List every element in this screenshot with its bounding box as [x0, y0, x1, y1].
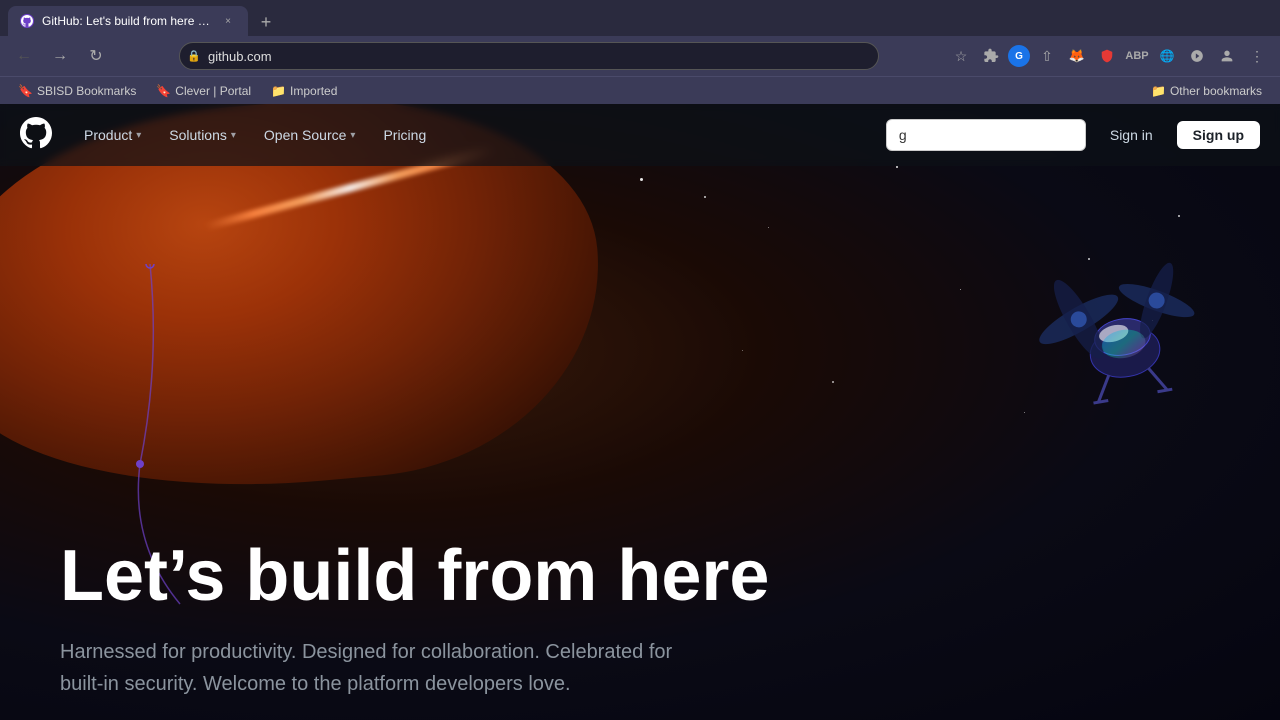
tab-favicon	[20, 14, 34, 28]
ext-icon-1[interactable]: 🦊	[1064, 43, 1090, 69]
bookmark-sbisd-label: SBISD Bookmarks	[37, 84, 136, 98]
bookmark-imported-icon: 📁	[271, 84, 286, 98]
profile-icon[interactable]	[1214, 43, 1240, 69]
page-content: Product ▾ Solutions ▾ Open Source ▾ Pric…	[0, 104, 1280, 720]
share-icon[interactable]: ⇧	[1034, 43, 1060, 69]
nav-links: Product ▾ Solutions ▾ Open Source ▾ Pric…	[72, 121, 438, 149]
bookmark-clever-icon: 🔖	[156, 84, 171, 98]
nav-product-chevron: ▾	[136, 130, 141, 141]
bookmark-sbisd[interactable]: 🔖 SBISD Bookmarks	[10, 82, 144, 100]
nav-open-source-chevron: ▾	[350, 130, 355, 141]
signup-button[interactable]: Sign up	[1177, 121, 1260, 149]
google-icon[interactable]: G	[1008, 45, 1030, 67]
nav-solutions[interactable]: Solutions ▾	[157, 121, 248, 149]
bookmark-clever[interactable]: 🔖 Clever | Portal	[148, 82, 259, 100]
reload-button[interactable]: ↻	[82, 42, 110, 70]
nav-product-label: Product	[84, 127, 132, 143]
toolbar: ← → ↻ 🔒 ☆ G ⇧ 🦊 ABP 🌐	[0, 36, 1280, 76]
ext-icon-5[interactable]	[1184, 43, 1210, 69]
nav-right: Sign in Sign up	[886, 119, 1260, 151]
address-input[interactable]	[179, 42, 879, 70]
hero-title: Let’s build from here	[60, 537, 769, 616]
other-bookmarks[interactable]: 📁 Other bookmarks	[1143, 82, 1270, 100]
nav-solutions-label: Solutions	[169, 127, 227, 143]
drone-image	[970, 184, 1220, 434]
bookmark-imported[interactable]: 📁 Imported	[263, 82, 345, 100]
bookmark-star-icon[interactable]: ☆	[948, 43, 974, 69]
nav-open-source-label: Open Source	[264, 127, 347, 143]
tab-close-btn[interactable]: ×	[220, 13, 236, 29]
forward-button[interactable]: →	[46, 42, 74, 70]
active-tab[interactable]: GitHub: Let's build from here · G ×	[8, 6, 248, 36]
tab-bar: GitHub: Let's build from here · G × +	[0, 0, 1280, 36]
hero-section: Let’s build from here Harnessed for prod…	[60, 537, 769, 700]
menu-icon[interactable]: ⋮	[1244, 43, 1270, 69]
bookmark-imported-label: Imported	[290, 84, 337, 98]
hero-subtitle: Harnessed for productivity. Designed for…	[60, 636, 710, 700]
nav-pricing[interactable]: Pricing	[371, 121, 438, 149]
back-button[interactable]: ←	[10, 42, 38, 70]
nav-product[interactable]: Product ▾	[72, 121, 153, 149]
nav-solutions-chevron: ▾	[231, 130, 236, 141]
site-nav: Product ▾ Solutions ▾ Open Source ▾ Pric…	[0, 104, 1280, 166]
toolbar-actions: ☆ G ⇧ 🦊 ABP 🌐 ⋮	[948, 43, 1270, 69]
signin-button[interactable]: Sign in	[1098, 121, 1165, 149]
new-tab-button[interactable]: +	[252, 8, 280, 36]
nav-open-source[interactable]: Open Source ▾	[252, 121, 368, 149]
bookmarks-bar: 🔖 SBISD Bookmarks 🔖 Clever | Portal 📁 Im…	[0, 76, 1280, 104]
browser-chrome: GitHub: Let's build from here · G × + ← …	[0, 0, 1280, 104]
nav-pricing-label: Pricing	[383, 127, 426, 143]
site-logo[interactable]	[20, 117, 52, 154]
address-bar: 🔒	[179, 42, 879, 70]
tab-title: GitHub: Let's build from here · G	[42, 14, 212, 28]
extension-puzzle-icon[interactable]	[978, 43, 1004, 69]
ext-icon-2[interactable]	[1094, 43, 1120, 69]
bookmark-clever-label: Clever | Portal	[175, 84, 251, 98]
other-bookmarks-folder-icon: 📁	[1151, 84, 1166, 98]
search-input[interactable]	[886, 119, 1086, 151]
bookmark-sbisd-icon: 🔖	[18, 84, 33, 98]
ext-icon-4[interactable]: 🌐	[1154, 43, 1180, 69]
other-bookmarks-label: Other bookmarks	[1170, 84, 1262, 98]
lock-icon: 🔒	[187, 50, 201, 63]
ext-icon-3[interactable]: ABP	[1124, 43, 1150, 69]
